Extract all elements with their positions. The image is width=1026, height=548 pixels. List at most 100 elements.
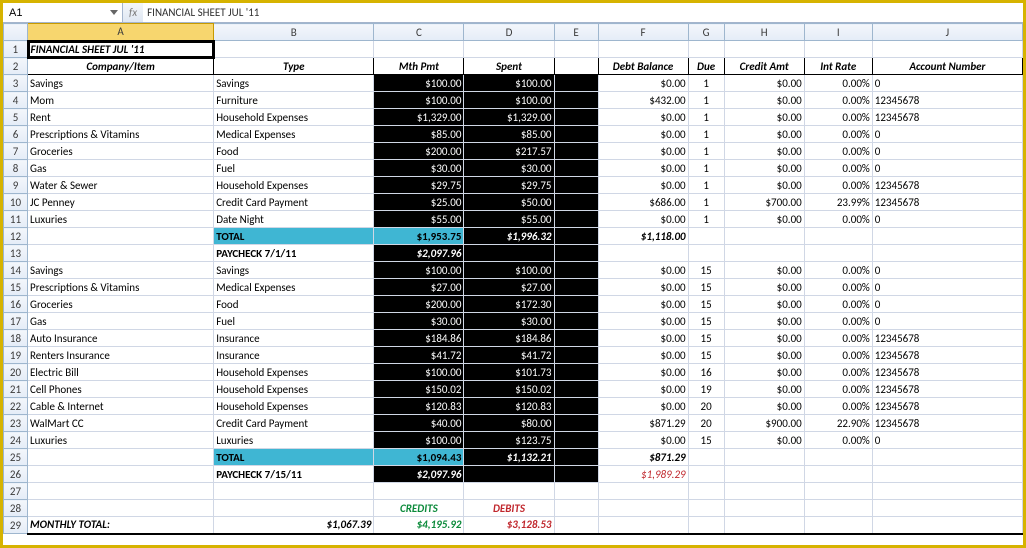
cell[interactable]: $0.00 [724,92,804,109]
row-header[interactable]: 29 [4,517,28,534]
cell[interactable]: $0.00 [598,279,688,296]
cell[interactable]: $3,128.53 [464,517,554,534]
cell[interactable]: 0 [872,313,1022,330]
cell[interactable]: $29.75 [464,177,554,194]
cell[interactable] [28,449,214,466]
cell[interactable]: $200.00 [374,143,464,160]
cell[interactable]: 0.00% [804,330,872,347]
cell[interactable]: PAYCHECK 7/15/11 [214,466,374,483]
cell[interactable]: 0 [872,126,1022,143]
cell[interactable] [872,245,1022,262]
cell[interactable]: $0.00 [724,109,804,126]
header-blank[interactable] [554,58,598,75]
cell[interactable] [554,75,598,92]
cell[interactable]: Savings [214,262,374,279]
col-header-B[interactable]: B [214,24,374,41]
cell[interactable]: $200.00 [374,296,464,313]
cell[interactable] [724,228,804,245]
header-int[interactable]: Int Rate [804,58,872,75]
worksheet[interactable]: A B C D E F G H I J 1 FINANCIAL SHEET JU… [3,23,1023,545]
cell[interactable]: $40.00 [374,415,464,432]
cell[interactable]: $27.00 [464,279,554,296]
cell[interactable]: $30.00 [464,160,554,177]
cell[interactable]: 1 [688,109,724,126]
cell[interactable] [554,126,598,143]
col-header-J[interactable]: J [872,24,1022,41]
cell[interactable] [804,483,872,500]
row-header[interactable]: 14 [4,262,28,279]
cell[interactable]: $150.02 [374,381,464,398]
cell[interactable] [554,330,598,347]
cell[interactable]: $0.00 [724,262,804,279]
cell[interactable]: 1 [688,75,724,92]
cell[interactable]: $0.00 [598,211,688,228]
cell[interactable] [554,415,598,432]
cell[interactable]: 12345678 [872,109,1022,126]
cell[interactable]: 0.00% [804,109,872,126]
cell[interactable]: 0.00% [804,126,872,143]
cell[interactable] [464,41,554,58]
cell[interactable]: $0.00 [598,347,688,364]
cell[interactable]: $0.00 [598,313,688,330]
cell[interactable]: 20 [688,398,724,415]
cell[interactable]: $30.00 [374,160,464,177]
col-header-E[interactable]: E [554,24,598,41]
name-box-input[interactable] [7,6,77,20]
cell[interactable]: Cell Phones [28,381,214,398]
cell[interactable] [554,483,598,500]
cell[interactable]: 0.00% [804,143,872,160]
cell[interactable]: $0.00 [724,347,804,364]
cell[interactable] [554,143,598,160]
cell[interactable]: 12345678 [872,398,1022,415]
cell[interactable]: Insurance [214,330,374,347]
cell[interactable]: $123.75 [464,432,554,449]
cell[interactable]: 19 [688,381,724,398]
cell[interactable]: $0.00 [724,398,804,415]
cell[interactable] [688,466,724,483]
cell[interactable] [688,500,724,517]
col-header-A[interactable]: A [28,24,214,41]
cell[interactable]: Savings [214,75,374,92]
cell[interactable]: Household Expenses [214,381,374,398]
cell[interactable]: 12345678 [872,381,1022,398]
cell[interactable] [724,245,804,262]
row-header[interactable]: 16 [4,296,28,313]
col-header-H[interactable]: H [724,24,804,41]
cell[interactable]: $100.00 [464,75,554,92]
row-header[interactable]: 17 [4,313,28,330]
cell[interactable]: Gas [28,160,214,177]
cell[interactable]: $101.73 [464,364,554,381]
row-header[interactable]: 26 [4,466,28,483]
cell[interactable]: Prescriptions & Vitamins [28,279,214,296]
grid[interactable]: A B C D E F G H I J 1 FINANCIAL SHEET JU… [3,23,1023,535]
cell[interactable] [214,500,374,517]
cell[interactable]: 0.00% [804,92,872,109]
cell[interactable] [374,41,464,58]
cell[interactable]: $27.00 [374,279,464,296]
cell[interactable] [554,364,598,381]
cell[interactable]: $0.00 [724,177,804,194]
cell[interactable]: $1,118.00 [598,228,688,245]
cell[interactable]: $1,953.75 [374,228,464,245]
cell[interactable]: $120.83 [374,398,464,415]
cell[interactable]: $184.86 [374,330,464,347]
cell[interactable]: 15 [688,296,724,313]
cell[interactable]: 0 [872,296,1022,313]
cell[interactable]: $0.00 [598,75,688,92]
cell[interactable]: 22.90% [804,415,872,432]
cell[interactable]: $0.00 [598,160,688,177]
cell[interactable]: $1,067.39 [214,517,374,534]
cell[interactable]: $0.00 [598,432,688,449]
cell[interactable]: 0.00% [804,381,872,398]
cell[interactable]: $0.00 [724,313,804,330]
cell[interactable]: $55.00 [464,211,554,228]
cell[interactable]: Electric Bill [28,364,214,381]
cell[interactable]: Gas [28,313,214,330]
cell[interactable]: Credit Card Payment [214,415,374,432]
cell[interactable]: $0.00 [598,109,688,126]
row-header[interactable]: 9 [4,177,28,194]
cell[interactable]: $85.00 [464,126,554,143]
cell[interactable]: $0.00 [724,279,804,296]
cell[interactable]: $0.00 [598,143,688,160]
cell[interactable]: TOTAL [214,228,374,245]
